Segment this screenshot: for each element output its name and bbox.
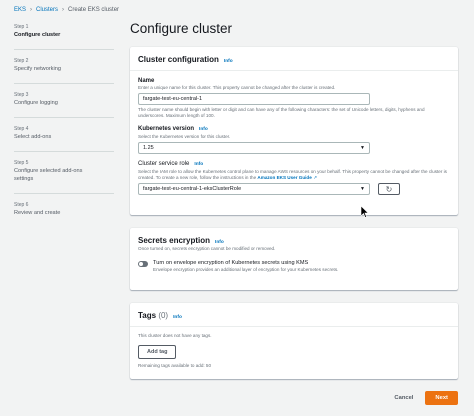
cluster-name-value: fargate-test-eu-central-1: [143, 96, 202, 102]
panel-title: Secrets encryption: [138, 236, 211, 245]
step-3: Step 3 Configure logging: [14, 92, 114, 107]
name-description: Enter a unique name for this cluster. Th…: [138, 85, 336, 90]
info-link[interactable]: Info: [215, 240, 224, 245]
divider: [14, 83, 114, 84]
refresh-button[interactable]: ↻: [378, 183, 400, 195]
page-title: Configure cluster: [130, 21, 233, 36]
service-role-description: Select the IAM role to allow the Kuberne…: [138, 169, 450, 181]
panel-body: Name Enter a unique name for this cluste…: [130, 71, 458, 209]
service-role-group: Cluster service role Info Select the IAM…: [138, 160, 450, 197]
wizard-steps: Step 1 Configure cluster Step 2 Specify …: [14, 24, 114, 227]
step-number: Step 5: [14, 160, 29, 166]
toggle-description: Envelope encryption provides an addition…: [153, 267, 339, 272]
step-label: Review and create: [14, 210, 61, 216]
kms-encryption-toggle[interactable]: [138, 261, 148, 267]
info-link[interactable]: Info: [199, 126, 208, 134]
step-label: Select add-ons: [14, 134, 52, 140]
kubernetes-version-label: Kubernetes version Info: [138, 125, 450, 134]
kubernetes-version-value: 1.25: [143, 145, 154, 151]
breadcrumb-eks[interactable]: EKS: [14, 7, 26, 13]
caret-down-icon: ▼: [360, 145, 365, 151]
divider: [14, 117, 114, 118]
breadcrumb-clusters[interactable]: Clusters: [36, 7, 58, 13]
caret-down-icon: ▼: [360, 186, 365, 192]
service-role-row: fargate-test-eu-central-1-eksClusterRole…: [138, 181, 450, 197]
kubernetes-version-group: Kubernetes version Info Select the Kuber…: [138, 125, 450, 154]
cancel-button[interactable]: Cancel: [394, 395, 413, 401]
toggle-text: Turn on envelope encryption of Kubernete…: [153, 260, 338, 273]
step-number: Step 3: [14, 92, 29, 98]
tags-count: (0): [158, 311, 169, 320]
divider: [14, 49, 114, 50]
panel-title: Tags (0): [138, 311, 168, 320]
panel-header: Tags (0) Info: [130, 303, 458, 327]
step-6: Step 6 Review and create: [14, 202, 114, 217]
panel-body: Once turned on, secrets encryption canno…: [130, 246, 458, 279]
wizard-footer: Cancel Next: [394, 391, 458, 405]
step-5: Step 5 Configure selected add-ons settin…: [14, 160, 114, 183]
step-2: Step 2 Specify networking: [14, 58, 114, 73]
add-tag-button[interactable]: Add tag: [138, 345, 177, 359]
name-hint: The cluster name should begin with lette…: [138, 107, 425, 118]
divider: [14, 193, 114, 194]
breadcrumb: EKS › Clusters › Create EKS cluster: [14, 7, 119, 13]
step-label: Configure logging: [14, 100, 58, 106]
step-number: Step 1: [14, 24, 29, 30]
tags-remaining: Remaining tags available to add: 50: [138, 363, 212, 368]
service-role-value: fargate-test-eu-central-1-eksClusterRole: [143, 186, 242, 192]
kubernetes-version-label-text: Kubernetes version: [138, 126, 195, 132]
step-label: Configure selected add-ons settings: [14, 168, 83, 182]
step-label: Specify networking: [14, 66, 61, 72]
toggle-label: Turn on envelope encryption of Kubernete…: [153, 260, 309, 266]
external-link-icon: ↗: [313, 175, 317, 180]
next-button[interactable]: Next: [425, 391, 458, 405]
refresh-icon: ↻: [385, 184, 393, 194]
panel-body: This cluster does not have any tags. Add…: [130, 327, 458, 375]
kms-toggle-row: Turn on envelope encryption of Kubernete…: [138, 260, 450, 273]
name-label-text: Name: [138, 78, 155, 84]
divider: [14, 151, 114, 152]
panel-header: Cluster configuration Info: [130, 47, 458, 71]
cluster-configuration-panel: Cluster configuration Info Name Enter a …: [130, 47, 458, 215]
info-link[interactable]: Info: [224, 59, 233, 64]
step-4: Step 4 Select add-ons: [14, 126, 114, 141]
secrets-description: Once turned on, secrets encryption canno…: [138, 246, 276, 251]
kubernetes-version-description: Select the Kubernetes version for this c…: [138, 134, 231, 139]
secrets-encryption-panel: Secrets encryption Info Once turned on, …: [130, 228, 458, 290]
step-number: Step 4: [14, 126, 29, 132]
tags-panel: Tags (0) Info This cluster does not have…: [130, 303, 458, 379]
kubernetes-version-select[interactable]: 1.25 ▼: [138, 142, 370, 154]
panel-title: Cluster configuration: [138, 55, 219, 64]
info-link[interactable]: Info: [173, 315, 182, 320]
name-label: Name: [138, 77, 450, 85]
name-field-group: Name Enter a unique name for this cluste…: [138, 77, 450, 119]
chevron-right-icon: ›: [30, 7, 33, 13]
service-role-label: Cluster service role Info: [138, 160, 450, 169]
panel-header: Secrets encryption Info: [130, 228, 458, 246]
chevron-right-icon: ›: [62, 7, 65, 13]
step-1: Step 1 Configure cluster: [14, 24, 114, 39]
step-number: Step 2: [14, 58, 29, 64]
mouse-cursor-icon: [361, 206, 369, 218]
step-number: Step 6: [14, 202, 29, 208]
service-role-label-text: Cluster service role: [138, 161, 190, 167]
tags-title-text: Tags: [138, 311, 157, 320]
tags-empty-message: This cluster does not have any tags.: [138, 333, 212, 338]
service-role-select[interactable]: fargate-test-eu-central-1-eksClusterRole…: [138, 183, 370, 195]
info-link[interactable]: Info: [194, 161, 203, 169]
cluster-name-input[interactable]: fargate-test-eu-central-1: [138, 93, 370, 105]
step-label: Configure cluster: [14, 32, 61, 38]
eks-user-guide-link[interactable]: Amazon EKS User Guide: [257, 175, 311, 180]
breadcrumb-current: Create EKS cluster: [68, 7, 120, 13]
